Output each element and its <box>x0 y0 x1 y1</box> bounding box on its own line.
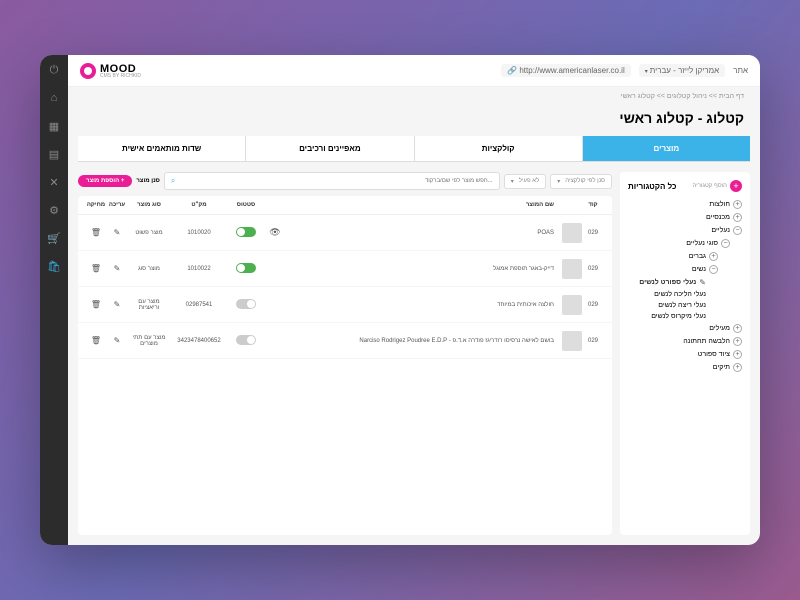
tab-attributes[interactable]: מאפיינים ורכיבים <box>245 136 413 161</box>
status-toggle[interactable] <box>236 263 256 273</box>
logo-icon <box>80 63 96 79</box>
categories-title: כל הקטגוריות <box>628 182 676 191</box>
search-icon[interactable]: ⌕ <box>171 176 175 186</box>
topbar: אתר אמריקן לייזר - עברית 🔗 http://www.am… <box>68 55 760 87</box>
category-panel: + הוסף קטגוריה כל הקטגוריות +חולצות+מכנס… <box>620 172 750 535</box>
logo: MOOD CMS BY RICHKID <box>80 63 141 79</box>
product-thumb <box>562 223 582 243</box>
tab-products[interactable]: מוצרים <box>582 136 750 161</box>
filter-active[interactable]: לא פעיל <box>504 174 547 189</box>
add-product-button[interactable]: + הוספת מוצר <box>78 175 132 187</box>
tree-item[interactable]: +תיקים <box>628 361 742 374</box>
tools-icon[interactable]: ✕ <box>47 175 61 189</box>
eye-icon[interactable]: 👁 <box>269 227 280 237</box>
tree-item[interactable]: +מכנסיים <box>628 211 742 224</box>
grid-icon[interactable]: ▦ <box>47 119 61 133</box>
power-icon[interactable]: ⏻ <box>47 63 61 77</box>
sort-label[interactable]: סנן מוצר <box>136 178 160 184</box>
product-thumb <box>562 295 582 315</box>
add-category[interactable]: + הוסף קטגוריה <box>692 180 742 192</box>
product-thumb <box>562 259 582 279</box>
tabs: מוצרים קולקציות מאפיינים ורכיבים שדות מו… <box>78 136 750 162</box>
tree-item[interactable]: −נעליים <box>628 224 742 237</box>
status-toggle[interactable] <box>236 335 256 345</box>
delete-icon[interactable]: 🗑 <box>91 300 101 309</box>
gear-icon[interactable]: ⚙ <box>47 203 61 217</box>
home-icon[interactable]: ⌂ <box>47 91 61 105</box>
tree-item[interactable]: +מעילים <box>628 322 742 335</box>
main-sidebar: ⏻ ⌂ ▦ ▤ ✕ ⚙ 🛒 🛍 <box>40 55 68 545</box>
edit-icon[interactable]: ✎ <box>114 228 121 237</box>
tree-item[interactable]: −נשים <box>628 263 718 276</box>
site-prefix: אתר <box>733 66 748 75</box>
product-thumb <box>562 331 582 351</box>
edit-icon[interactable]: ✎ <box>114 336 121 345</box>
tree-item[interactable]: +הלבשה תחתונה <box>628 335 742 348</box>
tree-item[interactable]: נעלי ריצה לנשים <box>628 300 706 311</box>
edit-icon[interactable]: ✎ <box>114 264 121 273</box>
tree-item[interactable]: +חולצות <box>628 198 742 211</box>
table-row: 029 בושם לאישה נרסיסו רודריגז פודרה א.ד.… <box>78 323 612 359</box>
table-row: 029 חולצה איכותית במיוחד 02987541 מוצר ע… <box>78 287 612 323</box>
delete-icon[interactable]: 🗑 <box>91 228 101 237</box>
tab-collections[interactable]: קולקציות <box>414 136 582 161</box>
search-box[interactable]: ⌕ <box>164 172 500 190</box>
status-toggle[interactable] <box>236 299 256 309</box>
table-row: 029 דייק-באגר תוספת אמוגל 1010022 מוצר ס… <box>78 251 612 287</box>
edit-icon[interactable]: ✎ <box>114 300 121 309</box>
product-panel: סנן לפי קולקציה לא פעיל ⌕ סנן מוצר + הוס… <box>78 172 612 535</box>
breadcrumb: דף הבית >> ניהול קטלוגים >> קטלוג ראשי <box>68 87 760 106</box>
tree-item[interactable]: ✎ נעלי ספורט לנשים <box>628 276 706 289</box>
tree-item[interactable]: +גברים <box>628 250 718 263</box>
category-tree: +חולצות+מכנסיים−נעליים−סוגי נעליים+גברים… <box>628 198 742 374</box>
table-header: קוד שם המוצר סטטוס מק"ט סוג מוצר עריכה מ… <box>78 196 612 215</box>
page-icon[interactable]: ▤ <box>47 147 61 161</box>
page-title: קטלוג - קטלוג ראשי <box>68 106 760 136</box>
tree-item[interactable]: +ציוד ספורט <box>628 348 742 361</box>
product-table: קוד שם המוצר סטטוס מק"ט סוג מוצר עריכה מ… <box>78 196 612 535</box>
tree-item[interactable]: נעלי מיקרוס לנשים <box>628 311 706 322</box>
table-row: 029 POAS 👁 1010020 מוצר פשוט ✎ 🗑 <box>78 215 612 251</box>
site-selector[interactable]: אמריקן לייזר - עברית <box>639 64 725 77</box>
status-toggle[interactable] <box>236 227 256 237</box>
search-input[interactable] <box>179 178 492 184</box>
tree-item[interactable]: נעלי הליכה לנשים <box>628 289 706 300</box>
plus-icon: + <box>730 180 742 192</box>
delete-icon[interactable]: 🗑 <box>91 336 101 345</box>
tree-item[interactable]: −סוגי נעליים <box>628 237 730 250</box>
tab-custom-fields[interactable]: שדות מותאמים אישית <box>78 136 245 161</box>
bag-icon[interactable]: 🛍 <box>47 259 61 273</box>
cart-icon[interactable]: 🛒 <box>47 231 61 245</box>
delete-icon[interactable]: 🗑 <box>91 264 101 273</box>
url-display: 🔗 http://www.americanlaser.co.il <box>501 64 631 77</box>
filter-collection[interactable]: סנן לפי קולקציה <box>550 174 612 189</box>
